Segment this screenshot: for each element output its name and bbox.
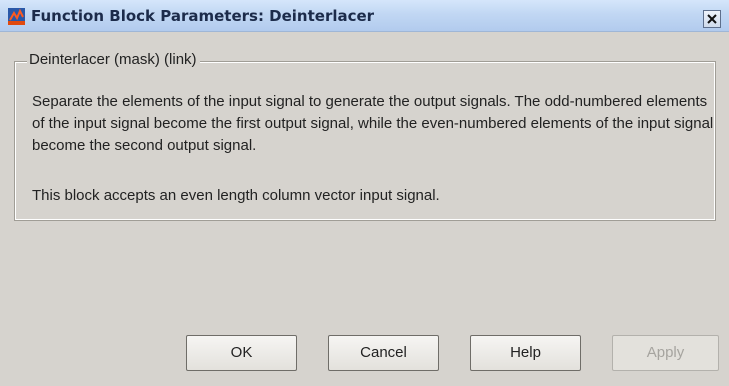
close-button[interactable] (703, 10, 721, 28)
apply-button[interactable]: Apply (612, 335, 719, 371)
block-note: This block accepts an even length column… (32, 187, 440, 204)
block-description: Separate the elements of the input signa… (32, 93, 714, 154)
help-button[interactable]: Help (470, 335, 581, 371)
cancel-button[interactable]: Cancel (328, 335, 439, 371)
window-title: Function Block Parameters: Deinterlacer (31, 7, 375, 25)
group-legend: Deinterlacer (mask) (link) (27, 51, 200, 68)
ok-button[interactable]: OK (186, 335, 297, 371)
simulink-block-icon (8, 8, 25, 25)
dialog-window: Function Block Parameters: Deinterlacer … (0, 0, 729, 386)
close-icon (707, 14, 717, 24)
title-bar[interactable]: Function Block Parameters: Deinterlacer (0, 0, 729, 32)
